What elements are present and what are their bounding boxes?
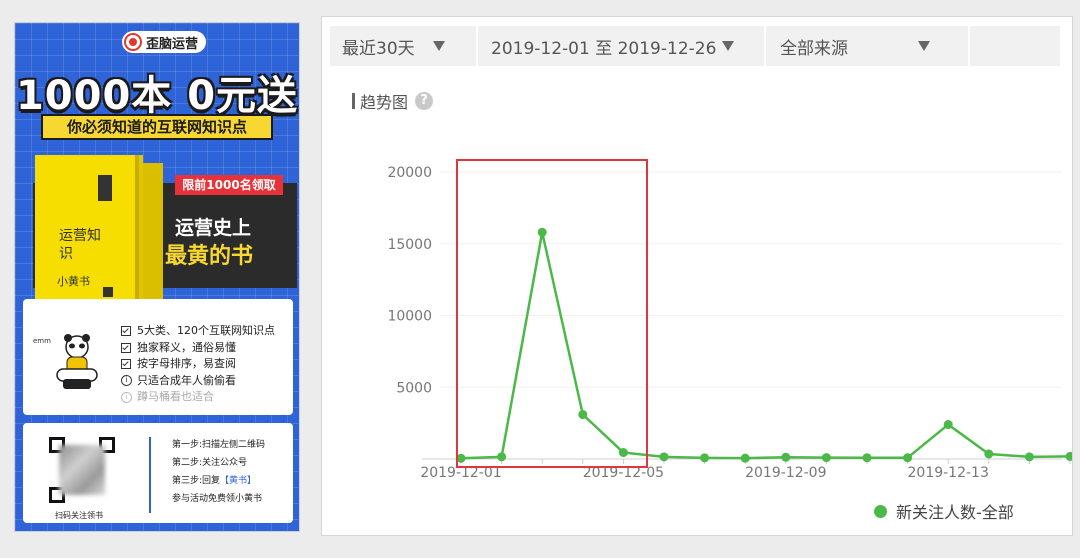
info-icon: i (121, 391, 132, 403)
data-point (659, 452, 669, 462)
book-title: 运营知识 (59, 228, 101, 262)
poster-subtitle: 你必须知道的互联网知识点 (41, 114, 273, 140)
qr-code-image (45, 433, 119, 507)
data-point (862, 453, 872, 463)
step-3: 第三步:回复【黄书】 (172, 476, 257, 486)
step-3-keyword: 【黄书】 (220, 476, 257, 486)
book-logo-mark (103, 287, 113, 297)
book-bookmark (98, 175, 112, 201)
data-point (943, 420, 953, 430)
steps-divider (149, 437, 151, 513)
brand-logo-icon (124, 33, 142, 51)
book-subtitle: 小黄书 (57, 275, 90, 288)
data-point (1024, 452, 1034, 462)
info-icon: i (121, 375, 132, 387)
data-point (700, 453, 710, 463)
y-tick-label: 5000 (396, 380, 432, 396)
y-tick-label: 15000 (387, 237, 432, 253)
step-2: 第二步:关注公众号 (172, 458, 248, 468)
legend-label: 新关注人数-全部 (896, 503, 1014, 522)
poster-tagline-1: 运营史上 (175, 217, 252, 239)
data-point (984, 449, 994, 459)
poster-tagline-2: 最黄的书 (165, 244, 254, 269)
step-1: 第一步:扫描左侧二维码 (172, 440, 266, 450)
checkbox-icon (121, 359, 131, 370)
chart-legend[interactable]: 新关注人数-全部 (874, 499, 1014, 523)
data-point (740, 453, 750, 463)
trend-line-chart: 50001000015000200002019-12-01 2019-12-05 2… (387, 159, 1072, 481)
steps-list: 第一步:扫描左侧二维码 第二步:关注公众号 第三步:回复【黄书】 参与活动免费领… (172, 436, 265, 508)
panda-mascot-icon (56, 334, 98, 389)
brand-name: 歪脑运营 (146, 36, 199, 52)
book-pages (133, 163, 163, 313)
qr-caption: 扫码关注领书 (55, 511, 103, 520)
analytics-panel: 最近30天 2019-12-01 至 2019-12-26 全部来源 趋势图 ?… (321, 16, 1073, 536)
feature-list: 5大类、120个互联网知识点 独家释义，通俗易懂 按字母排序，易查阅 i 只适合成… (121, 323, 275, 406)
checkbox-icon (121, 342, 131, 353)
feature-item: 5大类、120个互联网知识点 (121, 323, 275, 340)
series-line (460, 231, 1071, 460)
y-tick-label: 10000 (387, 309, 432, 325)
brand-badge: 歪脑运营 (122, 31, 207, 53)
y-tick-label: 20000 (387, 165, 432, 181)
x-tick-label: 2019-12-09 (745, 465, 826, 481)
data-point (537, 227, 547, 237)
feature-item: 按字母排序，易查阅 (121, 356, 275, 373)
poster-headline: 1000本 0元送 (15, 73, 299, 119)
data-point (497, 452, 507, 462)
book-cover-image: 运营知识 小黄书 (35, 155, 135, 311)
step-4: 参与活动免费领小黄书 (172, 494, 263, 504)
data-point (903, 453, 913, 463)
notice-item: i 只适合成年人偷偷看 (121, 373, 275, 390)
data-point (618, 448, 628, 458)
data-point (578, 410, 588, 420)
data-point (781, 452, 791, 462)
poster-ribbon: 限前1000名领取 (175, 175, 283, 195)
notice-item: i 蹲马桶看也适合 (121, 389, 275, 406)
highlight-box (456, 159, 648, 468)
mascot-caption: emm (33, 337, 51, 345)
checkbox-icon (121, 326, 131, 337)
data-point (821, 453, 831, 463)
promo-poster: 歪脑运营 1000本 0元送 你必须知道的互联网知识点 限前1000名领取 运营… (14, 22, 300, 532)
x-tick-label: 2019-12-13 (908, 465, 989, 481)
legend-marker (874, 504, 887, 518)
qr-blurred-area (59, 445, 105, 495)
data-point (1065, 451, 1072, 461)
feature-item: 独家释义，通俗易懂 (121, 340, 275, 357)
